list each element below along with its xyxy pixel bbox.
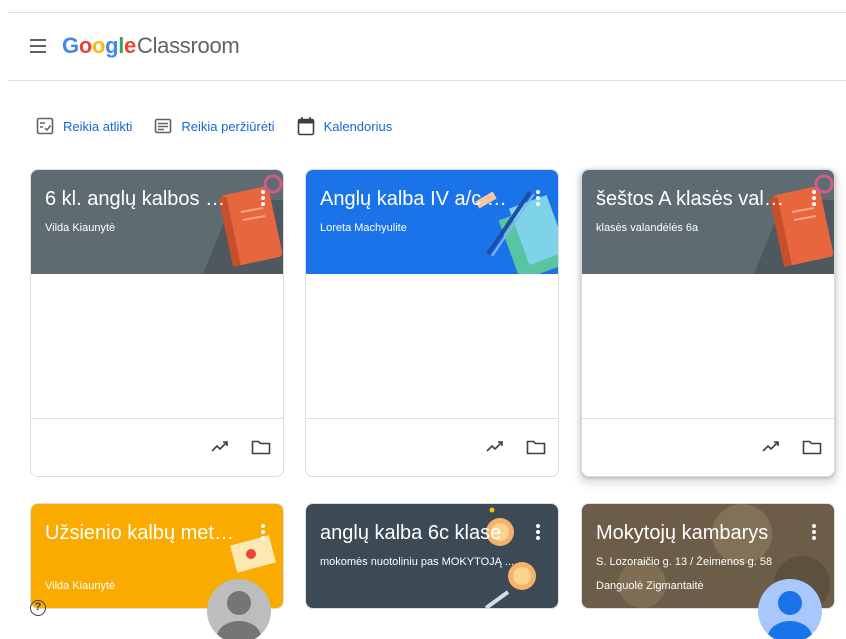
app-header: GoogleClassroom — [8, 13, 846, 81]
todo-label: Reikia atlikti — [63, 118, 133, 134]
calendar-label: Kalendorius — [323, 118, 393, 134]
brand-logo[interactable]: GoogleClassroom — [62, 33, 240, 59]
list-review-icon — [155, 118, 172, 134]
class-section: S. Lozoraičio g. 13 / Žeimenos g. 58 — [596, 556, 773, 568]
card-body — [31, 274, 283, 418]
card-body — [306, 274, 558, 418]
teacher-avatar[interactable] — [207, 579, 271, 639]
card-footer — [306, 418, 558, 476]
class-section: klasės valandėlės 6a — [596, 222, 699, 234]
card-banner[interactable]: Anglų kalba IV a/c 20... Loreta Machyuli… — [306, 170, 558, 274]
calendar-icon — [297, 117, 314, 136]
main-menu-icon[interactable] — [30, 39, 46, 53]
class-card[interactable]: 6 kl. anglų kalbos oli... Vilda Kiaunytė — [30, 169, 284, 477]
folder-icon[interactable] — [251, 439, 271, 455]
card-footer — [582, 418, 834, 476]
card-body — [582, 274, 834, 418]
trending-up-icon[interactable] — [211, 439, 229, 453]
class-title[interactable]: 6 kl. anglų kalbos oli... — [45, 188, 235, 211]
more-options-icon[interactable] — [261, 190, 265, 206]
more-options-icon[interactable] — [812, 524, 816, 540]
class-title[interactable]: anglų kalba 6c klase — [320, 522, 510, 545]
class-section: mokomės nuotoliniu pas MOKYTOJĄ ... — [320, 556, 515, 568]
help-icon[interactable]: ? — [30, 600, 46, 616]
card-banner[interactable]: šeštos A klasės valan... klasės valandėl… — [582, 170, 834, 274]
review-link[interactable]: Reikia peržiūrėti — [154, 117, 275, 135]
class-card[interactable]: Anglų kalba IV a/c 20... Loreta Machyuli… — [305, 169, 559, 477]
card-banner[interactable]: anglų kalba 6c klase mokomės nuotoliniu … — [306, 504, 558, 608]
calendar-link[interactable]: Kalendorius — [297, 116, 393, 136]
trending-up-icon[interactable] — [762, 439, 780, 453]
class-teacher: Danguolė Zigmantaitė — [596, 580, 704, 592]
todo-link[interactable]: Reikia atlikti — [36, 117, 132, 135]
class-title[interactable]: Anglų kalba IV a/c 20... — [320, 188, 510, 211]
folder-icon[interactable] — [526, 439, 546, 455]
person-icon — [768, 591, 812, 639]
class-teacher: Vilda Kiaunytė — [45, 580, 116, 592]
class-teacher: Vilda Kiaunytė — [45, 222, 116, 234]
quicklinks-bar: Reikia atlikti Reikia peržiūrėti Kalendo… — [36, 116, 414, 136]
class-teacher: Loreta Machyulite — [320, 222, 407, 234]
more-options-icon[interactable] — [261, 524, 265, 540]
person-icon — [217, 591, 261, 639]
teacher-avatar[interactable] — [758, 579, 822, 639]
card-banner[interactable]: 6 kl. anglų kalbos oli... Vilda Kiaunytė — [31, 170, 283, 274]
class-title[interactable]: šeštos A klasės valan... — [596, 188, 786, 211]
more-options-icon[interactable] — [536, 524, 540, 540]
class-title[interactable]: Užsienio kalbų metod... — [45, 522, 235, 545]
review-label: Reikia peržiūrėti — [181, 118, 275, 134]
folder-icon[interactable] — [802, 439, 822, 455]
more-options-icon[interactable] — [812, 190, 816, 206]
class-card[interactable]: šeštos A klasės valan... klasės valandėl… — [581, 169, 835, 477]
class-card[interactable]: anglų kalba 6c klase mokomės nuotoliniu … — [305, 503, 559, 609]
trending-up-icon[interactable] — [486, 439, 504, 453]
card-footer — [31, 418, 283, 476]
class-title[interactable]: Mokytojų kambarys — [596, 522, 786, 545]
more-options-icon[interactable] — [536, 190, 540, 206]
assignment-check-icon — [36, 117, 54, 135]
